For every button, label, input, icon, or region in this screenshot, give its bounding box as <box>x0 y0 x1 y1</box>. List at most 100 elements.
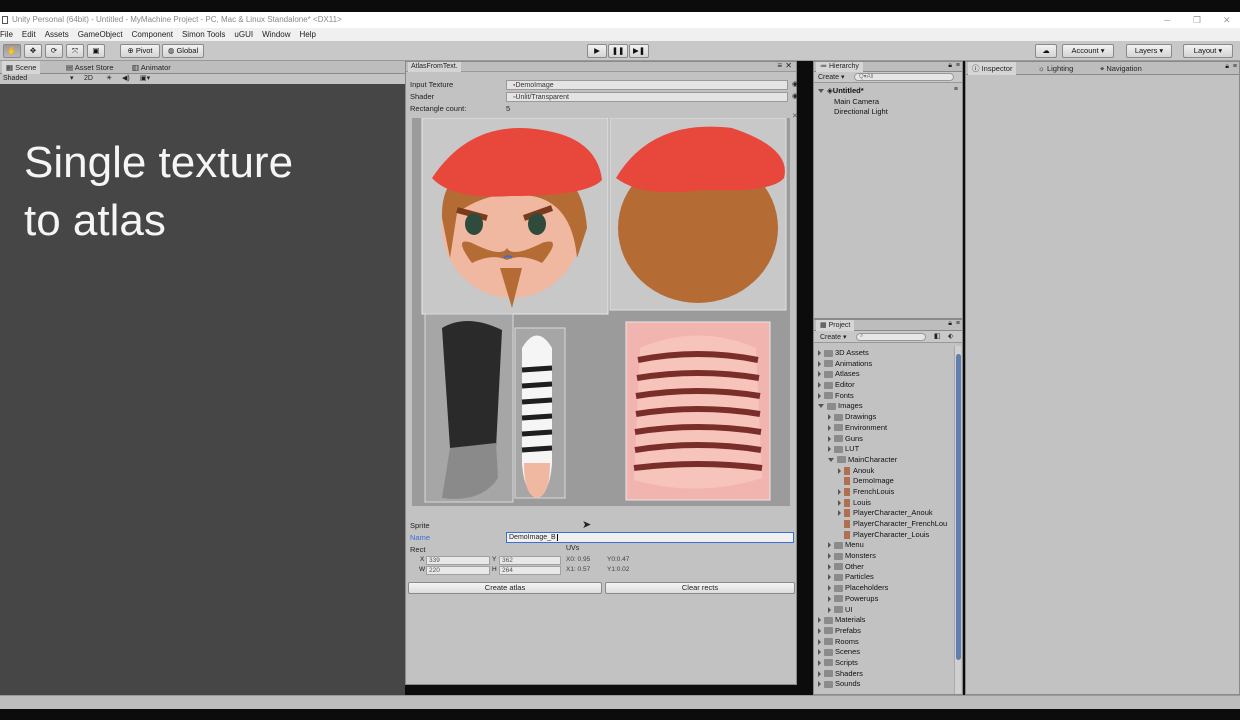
fold-closed-icon[interactable] <box>818 617 821 624</box>
rotate-tool-icon[interactable]: ⟳ <box>45 44 63 58</box>
project-item[interactable]: DemoImage <box>818 476 947 487</box>
filter-type-icon[interactable]: ◧ <box>934 332 941 340</box>
window-close-icon[interactable]: ✕ <box>785 61 792 70</box>
project-item[interactable]: Anouk <box>818 466 947 477</box>
tab-asset-store[interactable]: ▤ Asset Store <box>62 61 118 74</box>
project-item[interactable]: LUT <box>818 444 947 455</box>
fold-closed-icon[interactable] <box>818 371 821 378</box>
project-item[interactable]: PlayerCharacter_Anouk <box>818 508 947 519</box>
fold-closed-icon[interactable] <box>828 424 831 431</box>
hierarchy-lock-icon[interactable]: 🔒︎ <box>948 62 952 70</box>
fold-closed-icon[interactable] <box>838 488 841 495</box>
project-item[interactable]: Rooms <box>818 637 947 648</box>
fold-closed-icon[interactable] <box>828 435 831 442</box>
close-icon[interactable]: ✕ <box>1223 12 1231 28</box>
fold-closed-icon[interactable] <box>818 392 821 399</box>
project-item[interactable]: Sounds <box>818 679 947 690</box>
move-tool-icon[interactable]: ✥ <box>24 44 42 58</box>
project-item[interactable]: UI <box>818 605 947 616</box>
shader-picker-icon[interactable]: ◉ <box>792 92 798 100</box>
project-item[interactable]: Drawings <box>818 412 947 423</box>
account-dropdown[interactable]: Account ▾ <box>1062 44 1114 58</box>
menu-window[interactable]: Window <box>262 28 290 41</box>
shading-mode-dropdown[interactable]: Shaded <box>3 74 27 84</box>
fold-closed-icon[interactable] <box>828 542 831 549</box>
shader-field[interactable]: ▫Unlit/Transparent <box>506 92 788 102</box>
fold-closed-icon[interactable] <box>818 382 821 389</box>
project-item[interactable]: Shaders <box>818 669 947 680</box>
audio-toggle-icon[interactable]: ◀) <box>122 74 130 84</box>
global-toggle[interactable]: ◍ Global <box>162 44 204 58</box>
tab-project[interactable]: ▦ Project <box>816 320 855 331</box>
pivot-toggle[interactable]: ⊕ Pivot <box>120 44 160 58</box>
project-item[interactable]: Images <box>818 401 947 412</box>
window-menu-icon[interactable]: ≡ <box>777 61 782 70</box>
scene-root-item[interactable]: ◈Untitled* <box>818 86 888 97</box>
fold-open-icon[interactable] <box>828 457 834 462</box>
fold-closed-icon[interactable] <box>828 563 831 570</box>
inspector-menu-icon[interactable]: ≡ <box>1233 63 1237 70</box>
project-item[interactable]: FrenchLouis <box>818 487 947 498</box>
fold-closed-icon[interactable] <box>818 638 821 645</box>
play-button[interactable]: ▶ <box>587 44 607 58</box>
project-item[interactable]: Monsters <box>818 551 947 562</box>
fold-closed-icon[interactable] <box>838 467 841 474</box>
menu-simon-tools[interactable]: Simon Tools <box>182 28 225 41</box>
fold-closed-icon[interactable] <box>818 670 821 677</box>
project-item[interactable]: Menu <box>818 540 947 551</box>
project-item[interactable]: Particles <box>818 572 947 583</box>
tab-animator[interactable]: ▥ Animator <box>128 61 175 74</box>
effects-toggle-icon[interactable]: ▣▾ <box>140 74 150 84</box>
project-lock-icon[interactable]: 🔒︎ <box>948 320 952 328</box>
menu-file[interactable]: File <box>0 28 13 41</box>
project-item[interactable]: MainCharacter <box>818 455 947 466</box>
fold-closed-icon[interactable] <box>828 446 831 453</box>
project-item[interactable]: Animations <box>818 359 947 370</box>
menu-assets[interactable]: Assets <box>45 28 69 41</box>
fold-closed-icon[interactable] <box>828 553 831 560</box>
project-item[interactable]: Materials <box>818 615 947 626</box>
fold-open-icon[interactable] <box>818 404 824 409</box>
cloud-icon[interactable]: ☁ <box>1035 44 1057 58</box>
input-texture-picker-icon[interactable]: ◉ <box>792 80 798 88</box>
input-texture-field[interactable]: ▪DemoImage <box>506 80 788 90</box>
scene-fold-icon[interactable] <box>818 89 824 94</box>
menu-help[interactable]: Help <box>300 28 316 41</box>
mode-2d-toggle[interactable]: 2D <box>84 74 93 84</box>
project-item[interactable]: Prefabs <box>818 626 947 637</box>
tab-inspector[interactable]: ⓘ Inspector <box>968 62 1017 75</box>
restore-icon[interactable]: ❐ <box>1193 12 1201 28</box>
scene-menu-icon[interactable]: ≡ <box>954 86 958 93</box>
project-scrollbar[interactable] <box>954 346 961 694</box>
layers-dropdown[interactable]: Layers ▾ <box>1126 44 1172 58</box>
fold-closed-icon[interactable] <box>818 659 821 666</box>
fold-closed-icon[interactable] <box>818 649 821 656</box>
pause-button[interactable]: ❚❚ <box>608 44 628 58</box>
sprite-name-input[interactable]: DemoImage_B <box>506 532 794 543</box>
rect-w-field[interactable]: 220 <box>426 566 490 575</box>
fold-closed-icon[interactable] <box>818 350 821 357</box>
create-atlas-button[interactable]: Create atlas <box>408 582 602 594</box>
project-item[interactable]: Fonts <box>818 391 947 402</box>
hierarchy-search-input[interactable]: Q▾All <box>854 73 954 81</box>
menu-edit[interactable]: Edit <box>22 28 36 41</box>
rect-tool-icon[interactable]: ▣ <box>87 44 105 58</box>
fold-closed-icon[interactable] <box>818 360 821 367</box>
project-item[interactable]: Scenes <box>818 647 947 658</box>
texture-preview[interactable] <box>412 117 790 506</box>
project-item[interactable]: PlayerCharacter_Louis <box>818 530 947 541</box>
project-item[interactable]: PlayerCharacter_FrenchLou <box>818 519 947 530</box>
menu-component[interactable]: Component <box>132 28 173 41</box>
hand-tool-icon[interactable]: ✋ <box>3 44 21 58</box>
project-search-input[interactable]: ⌕ <box>856 333 926 341</box>
inspector-lock-icon[interactable]: 🔒︎ <box>1225 63 1229 71</box>
fold-closed-icon[interactable] <box>838 499 841 506</box>
menu-gameobject[interactable]: GameObject <box>78 28 123 41</box>
project-item[interactable]: Other <box>818 562 947 573</box>
project-item[interactable]: Powerups <box>818 594 947 605</box>
fold-closed-icon[interactable] <box>828 574 831 581</box>
fold-closed-icon[interactable] <box>838 510 841 517</box>
project-item[interactable]: Environment <box>818 423 947 434</box>
project-menu-icon[interactable]: ≡ <box>956 320 960 327</box>
project-item[interactable]: Atlases <box>818 369 947 380</box>
